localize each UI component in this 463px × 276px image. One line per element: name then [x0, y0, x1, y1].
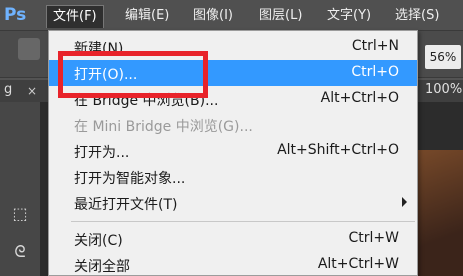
menu-item-label: 最近打开文件(T): [74, 197, 178, 213]
menu-item-shortcut: Alt+Ctrl+W: [317, 256, 399, 272]
menu-item-label: 打开为...: [74, 145, 130, 161]
menu-item-label: 在 Mini Bridge 中浏览(G)...: [74, 119, 253, 135]
tool-panel: ⬚ ᘓ: [0, 102, 40, 276]
document-tab-label[interactable]: g: [4, 82, 12, 97]
close-icon[interactable]: ×: [27, 84, 37, 98]
menu-item-browse-in-mini-bridge: 在 Mini Bridge 中浏览(G)...: [49, 112, 417, 138]
menu-type[interactable]: 文字(Y): [321, 5, 377, 27]
menu-item-shortcut: Ctrl+W: [348, 230, 399, 246]
annotation-highlight-box: [58, 51, 208, 98]
menu-item-open-recent[interactable]: 最近打开文件(T): [49, 190, 417, 216]
menu-item-close-all[interactable]: 关闭全部 Alt+Ctrl+W: [49, 252, 417, 276]
menu-layer[interactable]: 图层(L): [253, 5, 308, 27]
menu-item-shortcut: Ctrl+O: [351, 64, 399, 80]
menu-item-shortcut: Ctrl+N: [351, 38, 399, 54]
menu-item-open-as-smart-object[interactable]: 打开为智能对象...: [49, 164, 417, 190]
menu-item-close[interactable]: 关闭(C) Ctrl+W: [49, 226, 417, 252]
marquee-tool-icon[interactable]: ⬚: [8, 202, 32, 226]
brush-preset-icon[interactable]: [18, 38, 40, 60]
menu-image[interactable]: 图像(I): [187, 5, 239, 27]
zoom-field[interactable]: 56%: [425, 45, 461, 69]
menu-item-label: 打开为智能对象...: [74, 171, 186, 187]
menu-file[interactable]: 文件(F): [46, 5, 104, 28]
zoom-level: 100%: [425, 82, 463, 97]
menu-item-open-as[interactable]: 打开为... Alt+Shift+Ctrl+O: [49, 138, 417, 164]
photoshop-window: Ps 文件(F) 编辑(E) 图像(I) 图层(L) 文字(Y) 选择(S) 5…: [0, 0, 463, 276]
menu-select[interactable]: 选择(S): [389, 5, 445, 27]
photoshop-logo-icon: Ps: [4, 5, 27, 25]
menu-edit[interactable]: 编辑(E): [119, 5, 175, 27]
menu-item-shortcut: Alt+Ctrl+O: [320, 90, 399, 106]
menu-item-label: 关闭全部: [74, 259, 130, 275]
menu-item-shortcut: Alt+Shift+Ctrl+O: [277, 142, 399, 158]
lasso-tool-icon[interactable]: ᘓ: [8, 240, 32, 264]
menu-separator: [71, 221, 415, 222]
menu-item-label: 关闭(C): [74, 233, 123, 249]
menu-bar: Ps 文件(F) 编辑(E) 图像(I) 图层(L) 文字(Y) 选择(S): [0, 0, 463, 31]
submenu-arrow-icon: [402, 197, 407, 207]
